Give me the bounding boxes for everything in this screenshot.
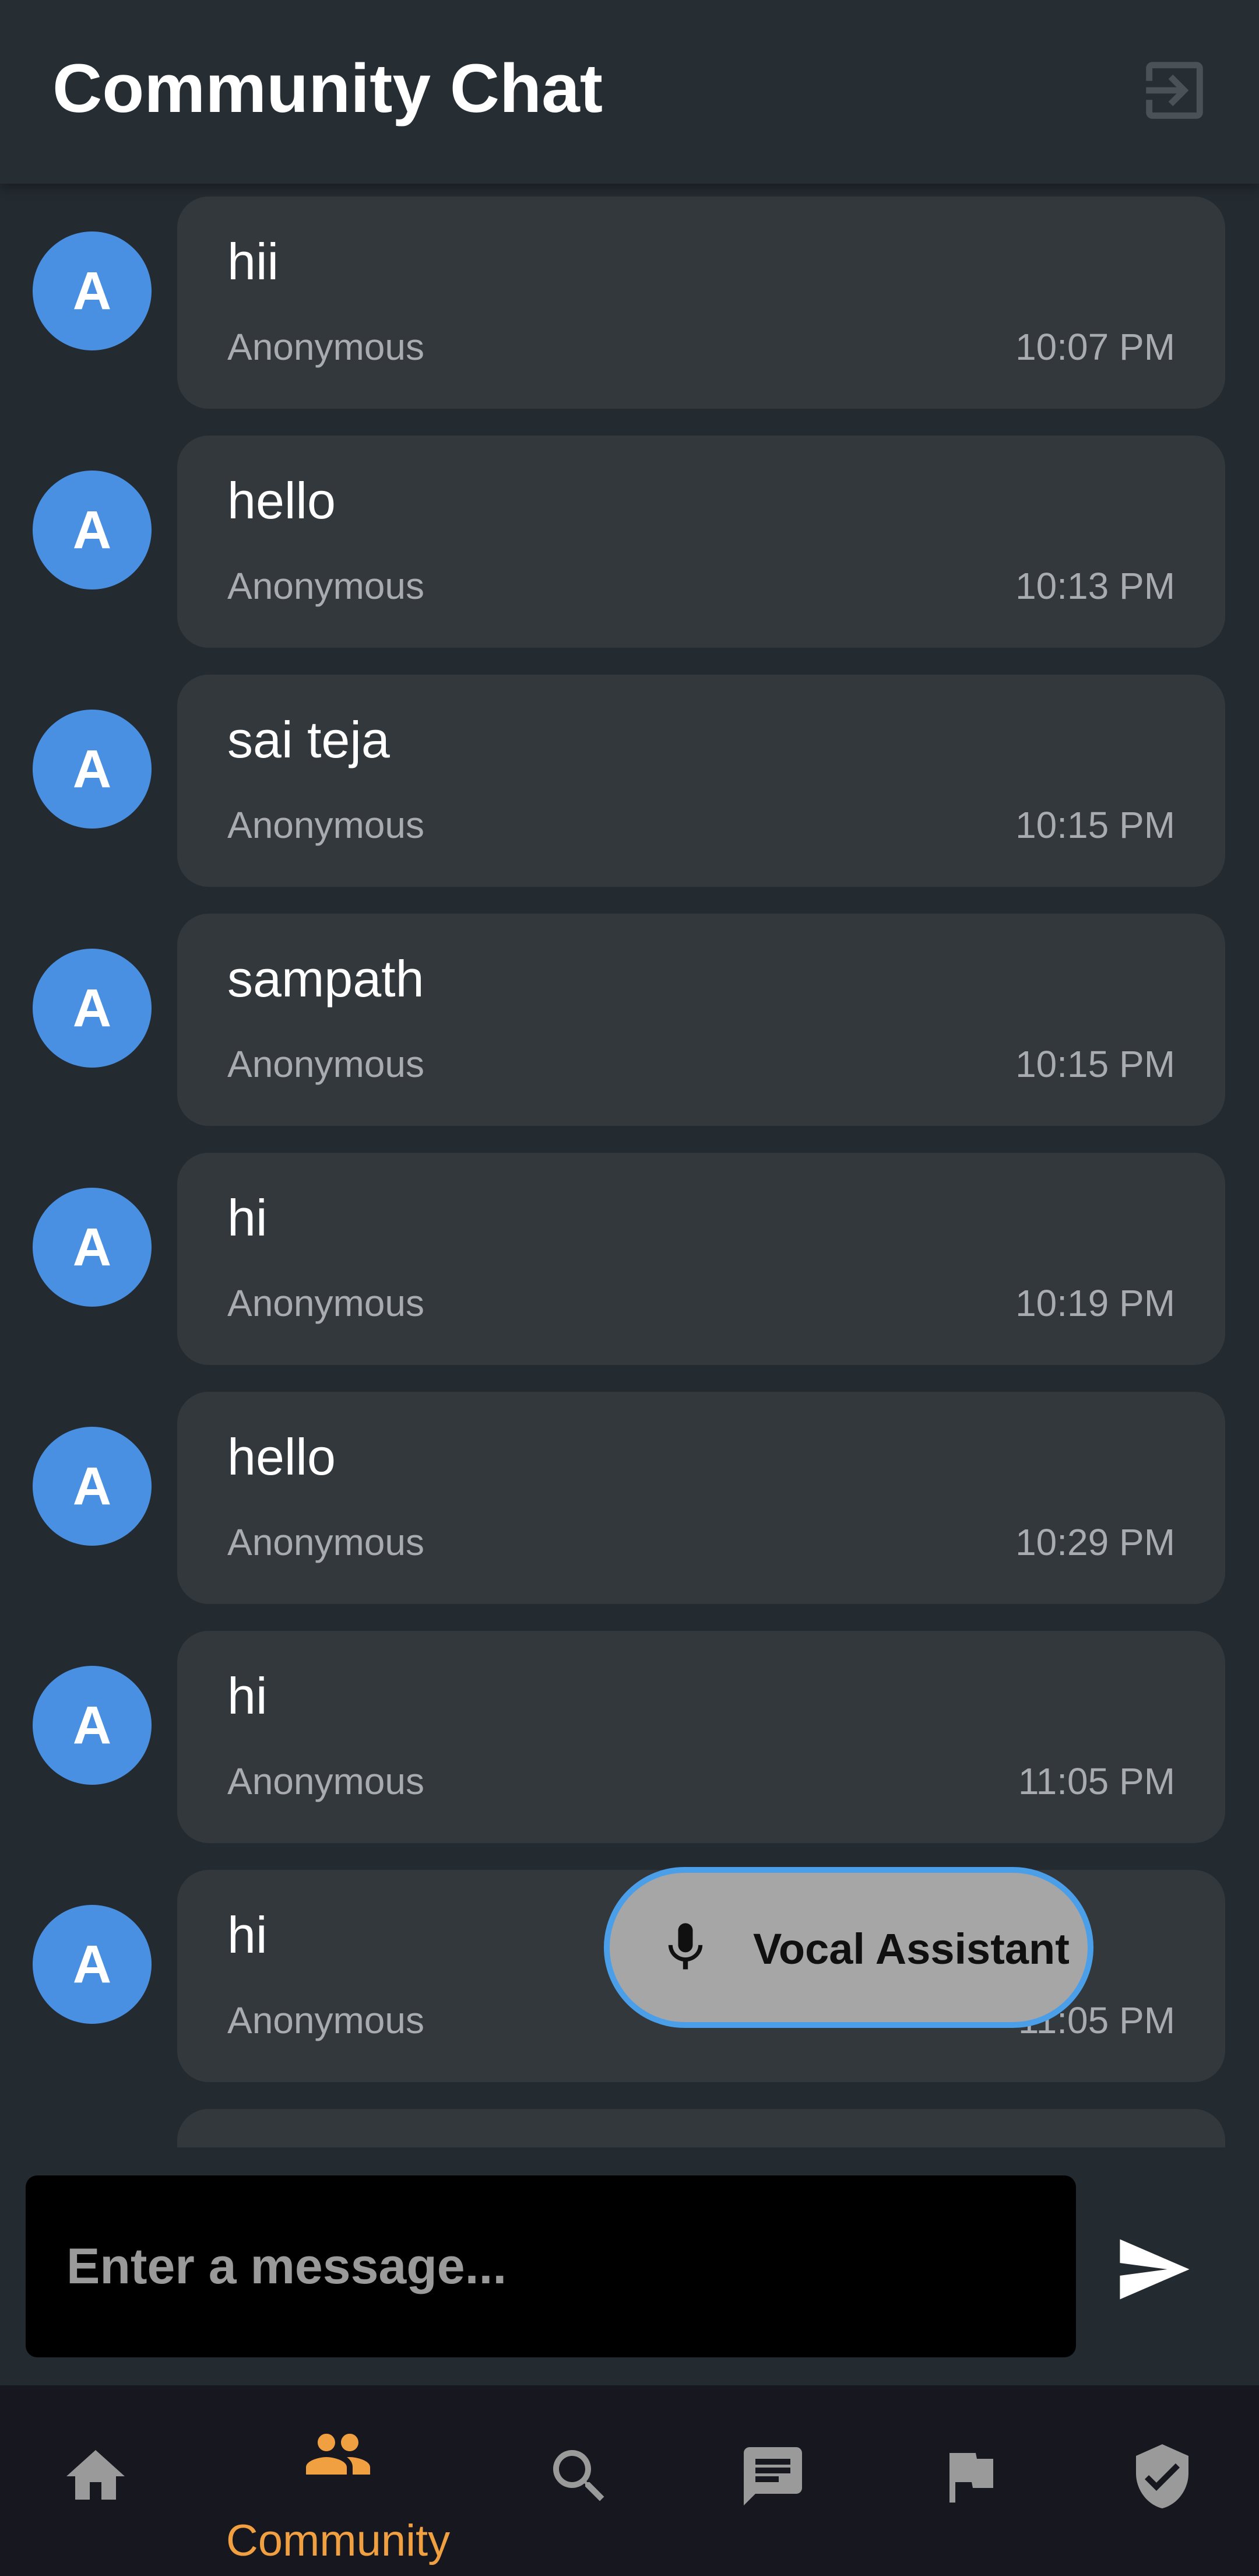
message-item: A hii Anonymous 10:07 PM [0,184,1259,409]
composer [0,2147,1259,2385]
search-icon [553,2450,604,2501]
nav-item-report[interactable] [877,2385,1063,2576]
message-bubble[interactable]: hello Anonymous 10:29 PM [177,1392,1225,1604]
message-item: A sai teja Anonymous 10:15 PM [0,662,1259,887]
message-bubble[interactable]: sampath Anonymous 10:15 PM [177,914,1225,1126]
message-text: hello [227,1428,336,1486]
message-time: 10:29 PM [1015,1521,1175,1563]
logout-button[interactable] [1137,52,1212,128]
flag-icon [949,2453,993,2503]
message-bubble[interactable]: hi Anonymous 11:05 PM [177,1631,1225,1843]
message-text: hi [227,1906,268,1964]
message-author: Anonymous [227,1521,424,1563]
vocal-assistant-label: Vocal Assistant [753,1925,1070,1973]
message-text: sai teja [227,711,390,768]
mic-icon [656,1918,715,1977]
chat-icon [744,2447,802,2505]
message-text: hello [227,472,336,529]
nav-item-messages[interactable] [680,2385,866,2576]
message-text: hi [227,1667,268,1725]
message-list[interactable]: A hii Anonymous 10:07 PM A hello Anonymo… [0,184,1259,2147]
avatar[interactable]: A [33,710,152,829]
nav-item-home[interactable] [2,2385,189,2576]
avatar[interactable]: A [33,1905,152,2024]
message-text: hi [227,1189,268,1247]
avatar[interactable]: A [33,1188,152,1307]
message-author: Anonymous [227,1282,424,1324]
message-author: Anonymous [227,1999,424,2041]
message-time: 10:07 PM [1015,326,1175,368]
avatar[interactable]: A [33,949,152,1068]
message-author: Anonymous [227,804,424,846]
avatar[interactable]: A [33,1427,152,1546]
message-input[interactable] [26,2175,1076,2357]
message-time: 10:13 PM [1015,565,1175,607]
message-time: 10:19 PM [1015,1282,1175,1324]
avatar[interactable]: A [33,471,152,589]
message-time: 10:15 PM [1015,804,1175,846]
bottom-nav: Community [0,2385,1259,2576]
send-button[interactable] [1117,2237,1193,2301]
message-item: A hi Anonymous 11:05 PM [0,1618,1259,1843]
message-bubble[interactable]: hi Anonymous 10:19 PM [177,1153,1225,1365]
message-time: 10:15 PM [1015,1043,1175,1085]
message-bubble-partial[interactable] [177,2109,1225,2147]
message-item: A sampath Anonymous 10:15 PM [0,901,1259,1126]
shield-check-icon [1136,2444,1188,2508]
home-icon [66,2450,125,2500]
message-item: A hello Anonymous 10:29 PM [0,1379,1259,1604]
message-author: Anonymous [227,326,424,368]
message-bubble[interactable]: hii Anonymous 10:07 PM [177,196,1225,409]
message-time: 11:05 PM [1018,1760,1175,1802]
people-icon [306,2434,370,2475]
nav-item-community[interactable]: Community [226,2385,450,2576]
message-text: hii [227,233,279,290]
nav-item-search[interactable] [486,2385,673,2576]
logout-icon [1146,62,1203,119]
vocal-assistant-button[interactable]: Vocal Assistant [604,1867,1093,2028]
page-title: Community Chat [52,50,603,127]
message-item: A hello Anonymous 10:13 PM [0,423,1259,648]
message-author: Anonymous [227,1043,424,1085]
message-author: Anonymous [227,1760,424,1802]
message-item: A hi Anonymous 10:19 PM [0,1140,1259,1365]
message-author: Anonymous [227,565,424,607]
message-bubble[interactable]: sai teja Anonymous 10:15 PM [177,675,1225,887]
avatar[interactable]: A [33,1666,152,1785]
send-icon [1120,2239,1190,2300]
app-bar: Community Chat [0,0,1259,184]
nav-item-safety[interactable] [1069,2385,1256,2576]
message-text: sampath [227,950,424,1008]
message-bubble[interactable]: hello Anonymous 10:13 PM [177,436,1225,648]
avatar[interactable]: A [33,231,152,350]
nav-label-community: Community [226,2516,451,2566]
